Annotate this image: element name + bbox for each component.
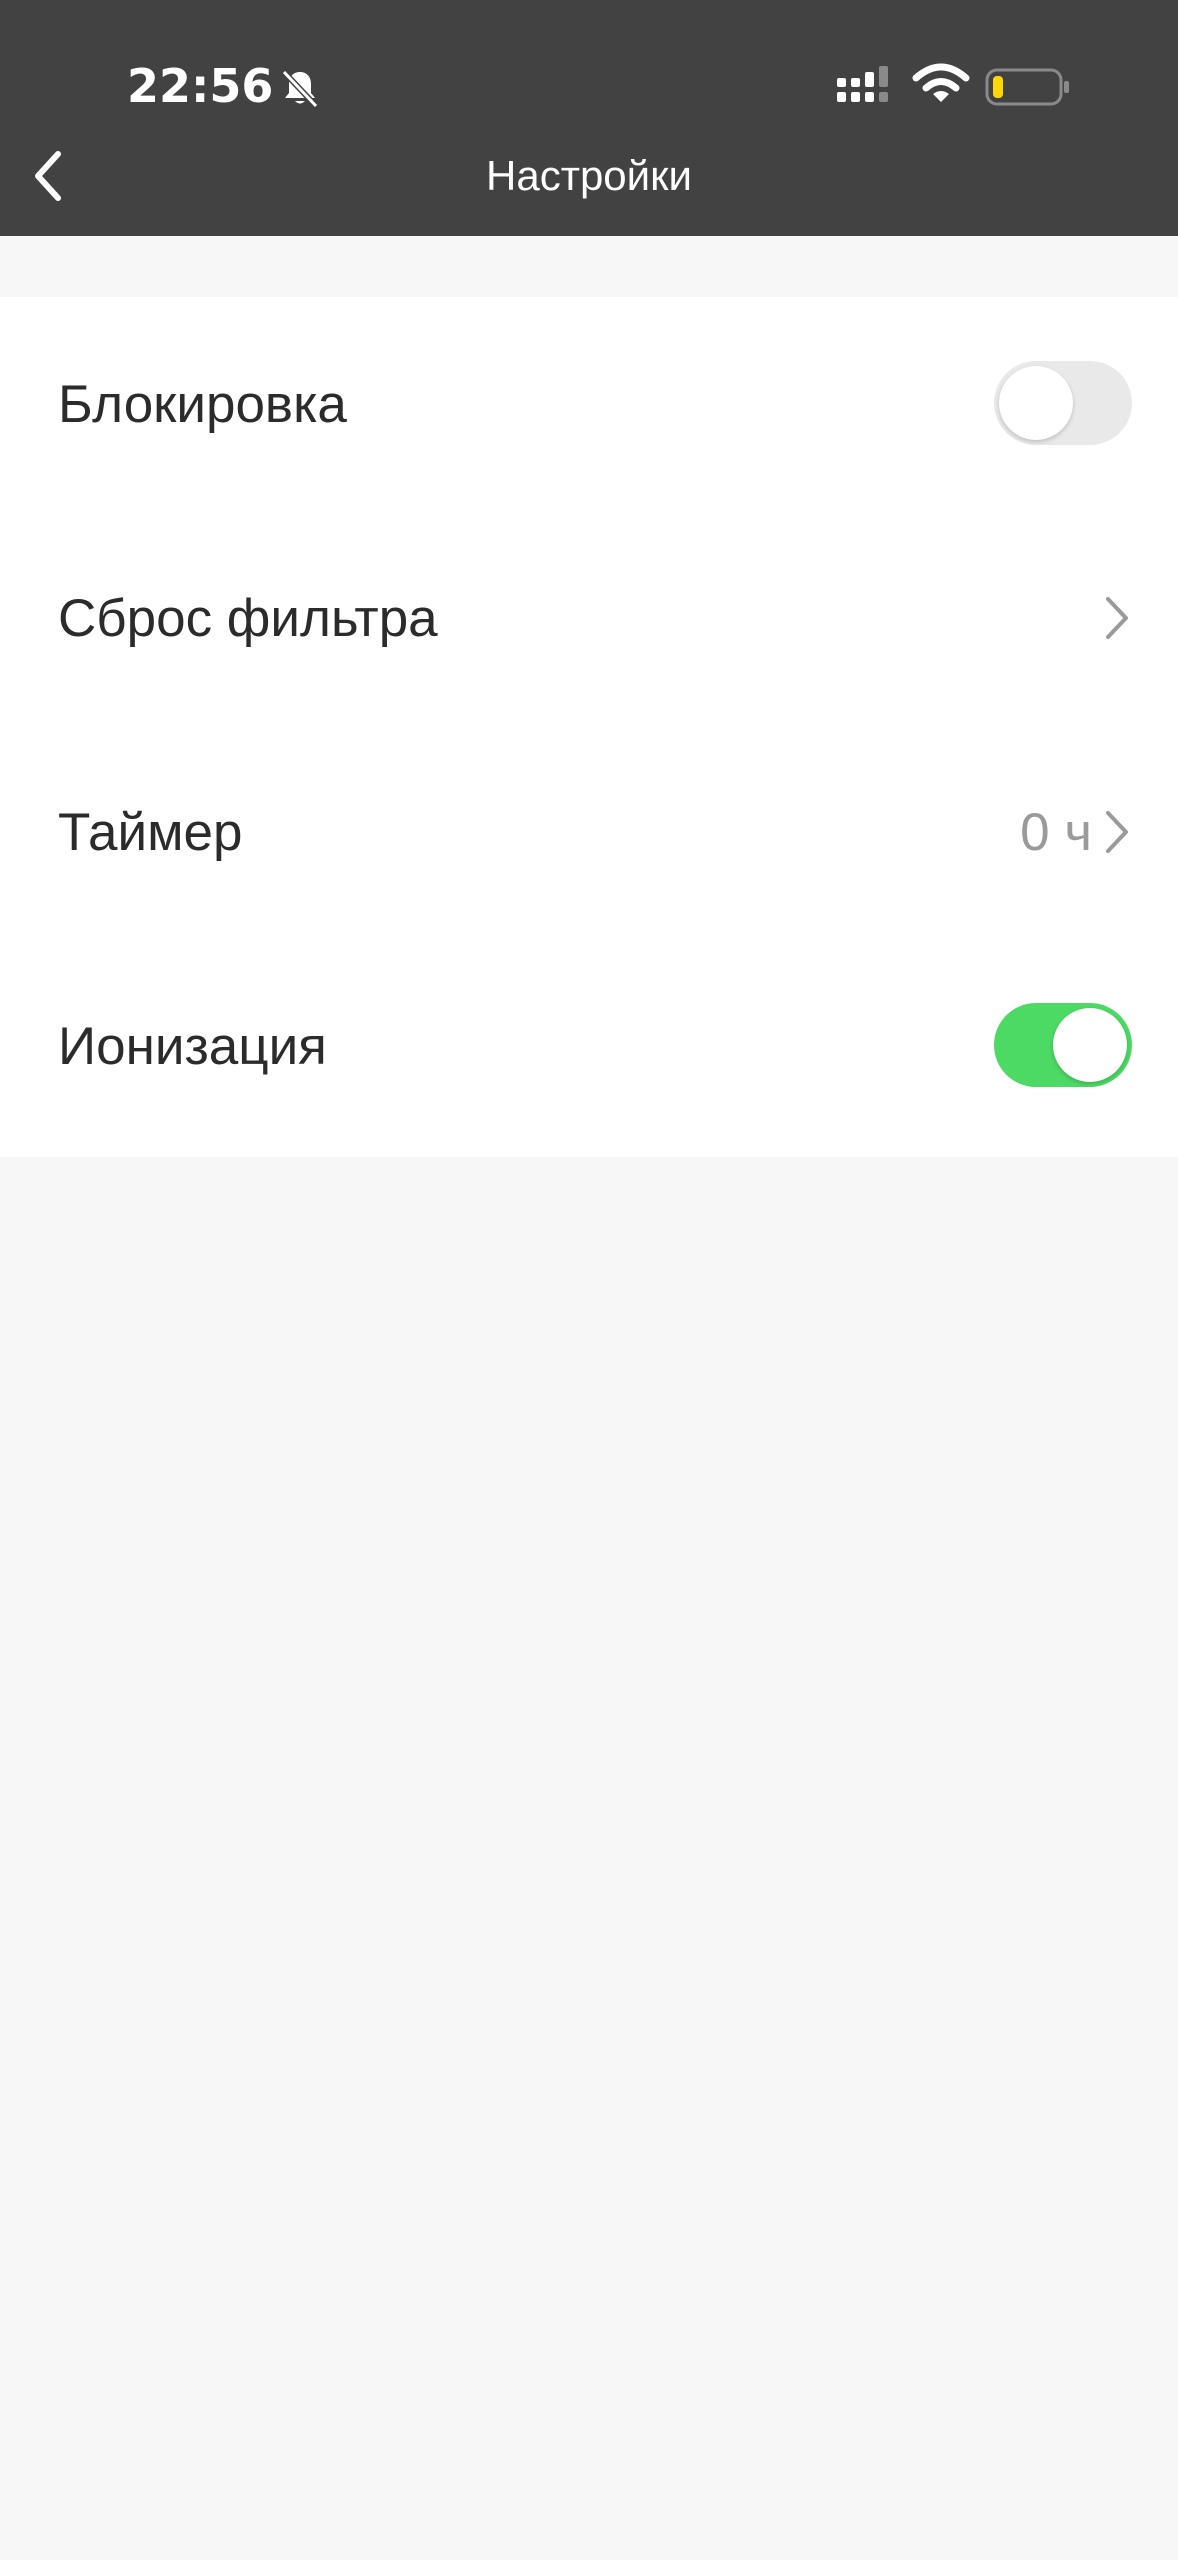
signal-icon <box>837 66 888 102</box>
bell-muted-icon <box>281 69 319 109</box>
settings-row-ionization[interactable]: Ионизация <box>0 939 1178 1153</box>
timer-value: 0 ч <box>1020 803 1092 862</box>
settings-row-timer[interactable]: Таймер 0 ч <box>0 725 1178 939</box>
toggle-knob <box>1053 1008 1127 1082</box>
ionization-toggle[interactable] <box>994 1003 1132 1087</box>
row-label-filter-reset: Сброс фильтра <box>58 589 438 648</box>
settings-list: Блокировка Сброс фильтра Таймер 0 ч Иони… <box>0 297 1178 1157</box>
wifi-icon <box>912 63 970 102</box>
app-header: 22:56 Настройки <box>0 0 1178 236</box>
settings-row-lock[interactable]: Блокировка <box>0 297 1178 511</box>
row-label-lock: Блокировка <box>58 375 347 434</box>
settings-row-filter-reset[interactable]: Сброс фильтра <box>0 511 1178 725</box>
battery-low-icon <box>985 68 1069 106</box>
status-time: 22:56 <box>127 59 274 113</box>
chevron-right-icon <box>1106 811 1128 853</box>
toggle-knob <box>999 366 1073 440</box>
row-label-timer: Таймер <box>58 803 243 862</box>
chevron-right-icon <box>1106 597 1128 639</box>
row-label-ionization: Ионизация <box>58 1017 327 1076</box>
page-title: Настройки <box>486 152 692 199</box>
lock-toggle[interactable] <box>994 361 1132 445</box>
